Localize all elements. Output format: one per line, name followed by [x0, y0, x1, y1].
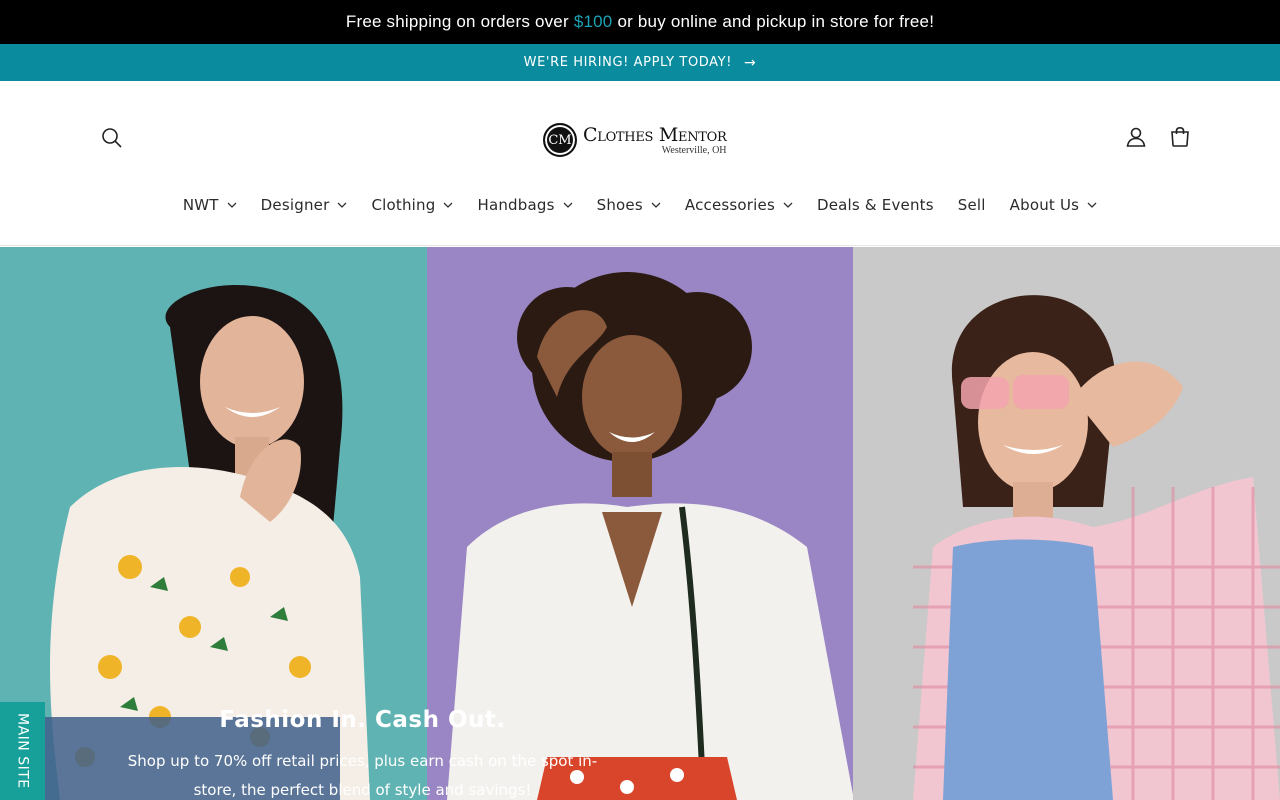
- logo-location: Westerville, OH: [661, 144, 727, 156]
- cart-button[interactable]: [1168, 125, 1192, 149]
- hero-panel-gingham: [853, 247, 1280, 800]
- nav-item-nwt[interactable]: NWT: [171, 193, 249, 217]
- chevron-down-icon: [227, 202, 237, 208]
- main-site-tab[interactable]: MAIN SITE: [0, 702, 45, 800]
- search-button[interactable]: [100, 126, 124, 150]
- nav-item-designer[interactable]: Designer: [249, 193, 360, 217]
- search-icon: [102, 128, 122, 148]
- hero-text: Fashion In. Cash Out. Shop up to 70% off…: [115, 707, 610, 800]
- nav-item-about-us[interactable]: About Us: [998, 193, 1110, 217]
- chevron-down-icon: [337, 202, 347, 208]
- nav-item-label: Accessories: [684, 196, 775, 214]
- nav-item-label: NWT: [182, 196, 219, 214]
- nav-item-clothing[interactable]: Clothing: [359, 193, 465, 217]
- hero-photo-gingham: [853, 247, 1280, 800]
- site-header: CM Clothes Mentor Westerville, OH NWT De…: [0, 81, 1280, 246]
- nav-item-label: About Us: [1009, 196, 1080, 214]
- nav-item-label: Deals & Events: [816, 196, 934, 214]
- nav-item-label: Shoes: [596, 196, 643, 214]
- store-logo[interactable]: CM Clothes Mentor Westerville, OH: [543, 119, 743, 161]
- logo-name: Clothes Mentor: [583, 123, 727, 146]
- nav-item-label: Sell: [957, 196, 986, 214]
- chevron-down-icon: [783, 202, 793, 208]
- account-button[interactable]: [1124, 125, 1148, 149]
- cart-icon: [1171, 126, 1189, 147]
- hero-subtitle-line2: store, the perfect blend of style and sa…: [193, 781, 532, 799]
- chevron-down-icon: [444, 202, 453, 208]
- arrow-right-icon: →: [744, 54, 757, 71]
- main-site-label: MAIN SITE: [14, 713, 31, 789]
- hero-banner[interactable]: Fashion In. Cash Out. Shop up to 70% off…: [0, 247, 1280, 800]
- chevron-down-icon: [651, 202, 661, 208]
- hero-subtitle-line1: Shop up to 70% off retail prices, plus e…: [127, 752, 598, 770]
- nav-item-label: Designer: [260, 196, 330, 214]
- announcement-prefix: Free shipping on orders over: [345, 12, 569, 31]
- announcement-bar: Free shipping on orders over $100 or buy…: [0, 0, 1280, 44]
- logo-monogram: CM: [543, 123, 577, 157]
- announcement-suffix: or buy online and pickup in store for fr…: [617, 12, 935, 31]
- nav-item-accessories[interactable]: Accessories: [673, 193, 805, 217]
- main-nav: NWT Designer Clothing Handbags Shoes Acc…: [0, 193, 1280, 217]
- chevron-down-icon: [1087, 202, 1097, 208]
- hero-title: Fashion In. Cash Out.: [219, 707, 506, 733]
- announcement-amount: $100: [573, 12, 613, 31]
- hiring-banner[interactable]: WE'RE HIRING! APPLY TODAY! →: [0, 44, 1280, 81]
- nav-item-sell[interactable]: Sell: [946, 193, 998, 217]
- chevron-down-icon: [563, 202, 573, 208]
- nav-item-label: Clothing: [371, 196, 436, 214]
- nav-item-deals-events[interactable]: Deals & Events: [805, 193, 946, 217]
- nav-item-handbags[interactable]: Handbags: [465, 193, 584, 217]
- nav-item-label: Handbags: [477, 196, 555, 214]
- hiring-label: WE'RE HIRING! APPLY TODAY!: [523, 55, 733, 70]
- nav-item-shoes[interactable]: Shoes: [585, 193, 673, 217]
- account-icon: [1126, 127, 1146, 147]
